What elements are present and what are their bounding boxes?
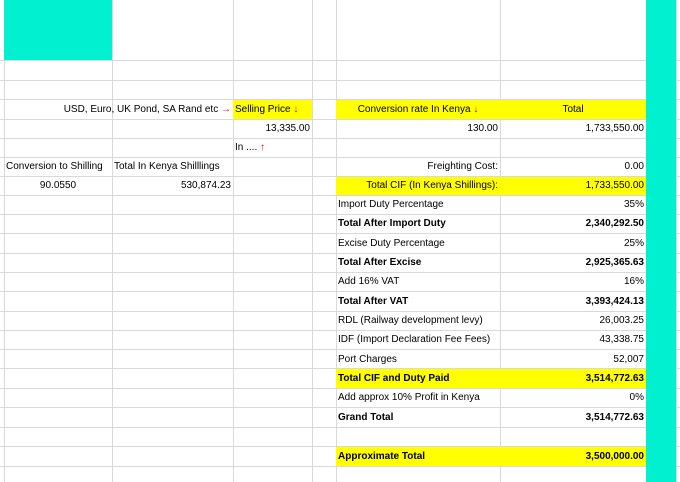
summary-label-cell[interactable]: Port Charges (336, 350, 500, 369)
summary-label-cell[interactable]: RDL (Railway development levy) (336, 311, 500, 330)
arrow-right-icon: → (221, 104, 231, 115)
summary-label-cell[interactable]: Total CIF and Duty Paid (336, 369, 500, 388)
summary-label-cell[interactable]: Total After Excise (336, 253, 500, 272)
summary-value-cell[interactable]: 26,003.25 (500, 311, 646, 330)
summary-value-cell[interactable]: 2,925,365.63 (500, 253, 646, 272)
summary-value-cell[interactable]: 52,007 (500, 350, 646, 369)
summary-value-cell[interactable]: 2,340,292.50 (500, 214, 646, 233)
teal-column-block (646, 0, 676, 482)
gridline (233, 0, 234, 482)
total-value-cell[interactable]: 1,733,550.00 (500, 119, 646, 138)
summary-value-cell[interactable]: 3,514,772.63 (500, 408, 646, 427)
freighting-value-cell[interactable]: 0.00 (500, 157, 646, 176)
approx-total-value-cell[interactable]: 3,500,000.00 (500, 447, 646, 466)
summary-value-cell[interactable]: 25% (500, 234, 646, 253)
summary-label-cell[interactable]: Import Duty Percentage (336, 195, 500, 214)
currencies-label-cell[interactable]: USD, Euro, UK Pond, SA Rand etc → (4, 100, 233, 119)
summary-value-cell[interactable]: 35% (500, 195, 646, 214)
gridline (0, 466, 680, 467)
summary-label-cell[interactable]: Grand Total (336, 408, 500, 427)
gridline (676, 0, 677, 482)
selling-price-value-cell[interactable]: 13,335.00 (233, 119, 312, 138)
summary-label-cell[interactable]: Total After VAT (336, 292, 500, 311)
total-kes-value-cell[interactable]: 530,874.23 (112, 176, 233, 195)
conversion-rate-header: Conversion rate In Kenya (357, 104, 471, 115)
freighting-label-cell[interactable]: Freighting Cost: (336, 157, 500, 176)
summary-value-cell[interactable]: 0% (500, 388, 646, 407)
approx-total-label-cell[interactable]: Approximate Total (336, 447, 500, 466)
conversion-rate-value-cell[interactable]: 130.00 (336, 119, 500, 138)
gridline (112, 0, 113, 482)
gridline (0, 60, 680, 61)
currencies-label: USD, Euro, UK Pond, SA Rand etc (63, 104, 219, 115)
summary-label-cell[interactable]: Total CIF (In Kenya Shillings): (336, 176, 500, 195)
summary-label-cell[interactable]: Total After Import Duty (336, 214, 500, 233)
selling-price-header-cell[interactable]: Selling Price ↓ (233, 100, 312, 119)
summary-value-cell[interactable]: 3,514,772.63 (500, 369, 646, 388)
summary-label-cell[interactable]: Add 16% VAT (336, 272, 500, 291)
spreadsheet-grid[interactable]: USD, Euro, UK Pond, SA Rand etc → Sellin… (0, 0, 680, 482)
gridline (0, 80, 680, 81)
total-header-cell[interactable]: Total (500, 100, 646, 119)
gridline (312, 0, 313, 482)
gridline (0, 427, 680, 428)
gridline (4, 0, 5, 482)
gridline (0, 138, 680, 139)
summary-value-cell[interactable]: 43,338.75 (500, 330, 646, 349)
summary-label-cell[interactable]: IDF (Import Declaration Fee Fees) (336, 330, 500, 349)
conversion-value-cell[interactable]: 90.0550 (4, 176, 112, 195)
arrow-down-icon: ↓ (293, 104, 299, 115)
summary-value-cell[interactable]: 16% (500, 272, 646, 291)
summary-label-cell[interactable]: Excise Duty Percentage (336, 234, 500, 253)
conversion-label-cell[interactable]: Conversion to Shilling (4, 157, 112, 176)
total-kes-label-cell[interactable]: Total In Kenya Shilllings (112, 157, 233, 176)
summary-value-cell[interactable]: 1,733,550.00 (500, 176, 646, 195)
selling-price-header: Selling Price (235, 104, 291, 115)
teal-cell-block (4, 0, 112, 60)
arrow-up-icon: ↑ (260, 142, 266, 153)
in-note-cell[interactable]: In .... ↑ (233, 138, 312, 157)
summary-label-cell[interactable]: Add approx 10% Profit in Kenya (336, 388, 500, 407)
arrow-down-icon: ↓ (473, 104, 479, 115)
in-note: In .... (235, 142, 258, 153)
conversion-rate-header-cell[interactable]: Conversion rate In Kenya ↓ (336, 100, 500, 119)
summary-value-cell[interactable]: 3,393,424.13 (500, 292, 646, 311)
